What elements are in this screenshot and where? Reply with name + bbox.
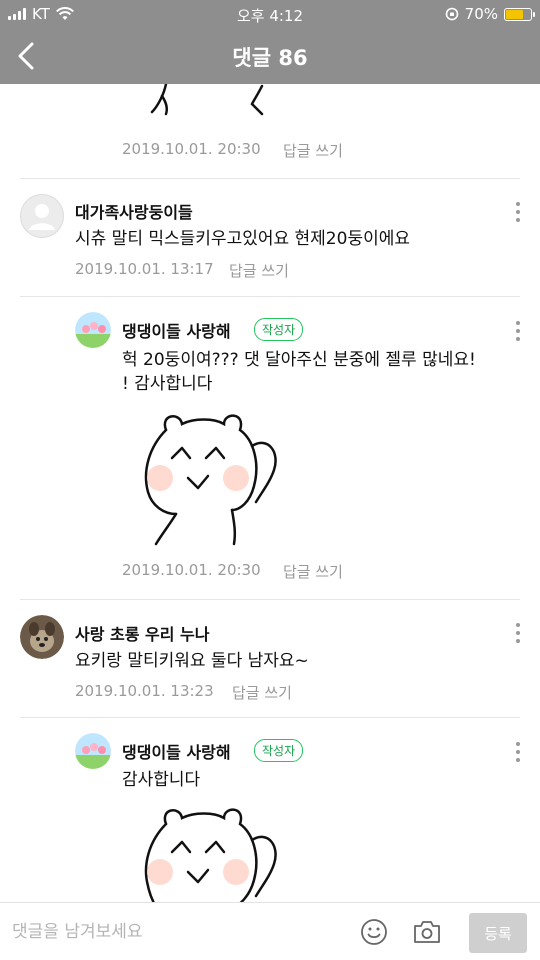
bear-sticker <box>144 808 277 902</box>
more-options-button[interactable] <box>508 620 528 646</box>
comment-author: 댕댕이들 사랑해 <box>122 743 231 762</box>
header: 댓글 86 <box>0 28 540 84</box>
page-title: 댓글 86 <box>232 46 308 70</box>
avatar[interactable] <box>20 615 64 659</box>
bear-sticker <box>144 414 277 546</box>
reply-link[interactable]: 답글 쓰기 <box>283 561 343 582</box>
more-options-button[interactable] <box>508 199 528 225</box>
comment-author: 사랑 초롱 우리 누나 <box>75 625 210 644</box>
comment-date: 2019.10.01. 13:17 <box>75 260 214 278</box>
bear-sticker <box>150 84 264 116</box>
comment-input-bar: 등록 <box>0 902 540 960</box>
divider <box>20 599 520 600</box>
author-badge: 작성자 <box>254 739 304 762</box>
comment-text: 요키랑 말티키워요 둘다 남자요~ <box>75 651 309 671</box>
comment-text: 감사합니다 <box>122 770 201 790</box>
avatar[interactable] <box>20 194 64 238</box>
profile-picture <box>75 733 111 769</box>
comment-date: 2019.10.01. 20:30 <box>122 561 261 579</box>
comment-author: 대가족사랑둥이들 <box>75 203 193 222</box>
battery-percent: 70% <box>464 5 498 23</box>
reply-link[interactable]: 답글 쓰기 <box>232 682 292 703</box>
smiley-icon <box>361 919 387 945</box>
submit-button[interactable]: 등록 <box>469 913 527 953</box>
top-bar: KT 오후 4:12 70% 댓글 86 <box>0 0 540 84</box>
emoji-button[interactable] <box>360 918 388 946</box>
divider <box>20 717 520 718</box>
camera-icon <box>414 921 440 943</box>
default-user-icon <box>20 194 64 238</box>
orientation-lock-icon <box>445 7 458 21</box>
comment-input[interactable] <box>12 915 342 949</box>
camera-button[interactable] <box>412 918 442 946</box>
battery-icon <box>504 7 535 21</box>
comment-author: 댕댕이들 사랑해 <box>122 322 231 341</box>
comment-date: 2019.10.01. 13:23 <box>75 682 214 700</box>
comment-date: 2019.10.01. 20:30 <box>122 140 261 158</box>
more-options-button[interactable] <box>508 739 528 765</box>
comment-text: 시츄 말티 믹스들키우고있어요 현제20둥이에요 <box>75 229 411 249</box>
avatar[interactable] <box>75 733 111 769</box>
divider <box>20 296 520 297</box>
divider <box>20 178 520 179</box>
profile-picture <box>20 615 64 659</box>
reply-link[interactable]: 답글 쓰기 <box>229 260 289 281</box>
more-options-button[interactable] <box>508 318 528 344</box>
avatar[interactable] <box>75 312 111 348</box>
profile-picture <box>75 312 111 348</box>
author-badge: 작성자 <box>254 318 304 341</box>
comment-text-line-2: ! 감사합니다 <box>122 374 213 394</box>
reply-link[interactable]: 답글 쓰기 <box>283 140 343 161</box>
comment-list[interactable]: 2019.10.01. 20:30 답글 쓰기 대가족사랑둥이들 시츄 말티 믹… <box>0 84 540 902</box>
status-bar: KT 오후 4:12 70% <box>0 0 540 28</box>
